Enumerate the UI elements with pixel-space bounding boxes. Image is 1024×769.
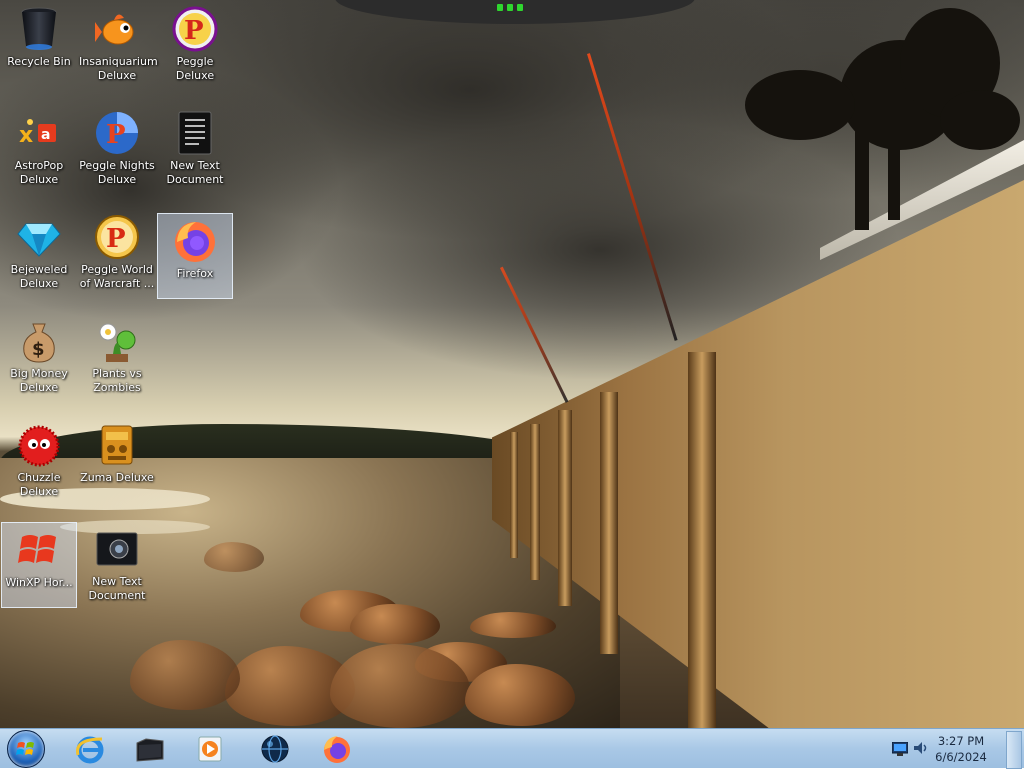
taskbar-globe-browser[interactable] <box>253 731 297 767</box>
desktop-icon-label: Insaniquarium Deluxe <box>79 55 158 82</box>
tree-trunk <box>855 120 869 230</box>
indicator-light <box>507 4 513 11</box>
plant-icon <box>94 318 140 364</box>
network-icon[interactable] <box>891 741 909 760</box>
fence-post <box>558 410 572 606</box>
folder-icon <box>136 738 164 762</box>
firefox-icon <box>172 218 218 264</box>
svg-text:$: $ <box>32 339 45 360</box>
tree-trunk <box>888 110 900 220</box>
desktop-icon-label: Peggle World of Warcraft ... <box>79 263 155 290</box>
desktop-icon-label: Big Money Deluxe <box>10 367 68 394</box>
desktop-icon-label: Plants vs Zombies <box>92 367 142 394</box>
svg-text:P: P <box>106 120 126 150</box>
taskbar-firefox[interactable] <box>315 731 359 767</box>
zuma-icon <box>94 422 140 468</box>
globe-icon <box>261 735 289 763</box>
desktop-icon-label: New Text Document <box>166 159 224 186</box>
taskbar-clock[interactable]: 3:27 PM 6/6/2024 <box>926 733 996 765</box>
recycle-bin-icon <box>16 6 62 52</box>
astropop-icon: xa <box>16 110 62 156</box>
tree <box>745 70 855 140</box>
desktop-icon-bejeweled[interactable]: Bejeweled Deluxe <box>1 210 77 296</box>
peggle-wow-icon: P <box>94 214 140 260</box>
media-player-icon <box>198 736 222 762</box>
fence-post <box>600 392 618 654</box>
show-desktop-button[interactable] <box>1006 731 1022 769</box>
desktop-icon-label: Peggle Nights Deluxe <box>79 159 155 186</box>
desktop-icon-big-money[interactable]: $ Big Money Deluxe <box>1 314 77 400</box>
system-tray: 3:27 PM 6/6/2024 <box>884 729 1024 769</box>
clock-date: 6/6/2024 <box>935 750 987 764</box>
desktop-icon-zuma[interactable]: Zuma Deluxe <box>79 418 155 504</box>
desktop-icon-label: WinXP Hor... <box>5 576 73 589</box>
desktop-icon-recycle-bin[interactable]: Recycle Bin <box>1 2 77 88</box>
desktop-icon-label: Peggle Deluxe <box>175 55 215 82</box>
rock <box>350 604 440 644</box>
desktop-icon-label: AstroPop Deluxe <box>14 159 64 186</box>
money-bag-icon: $ <box>16 318 62 364</box>
desktop-icon-peggle-nights[interactable]: P Peggle Nights Deluxe <box>79 106 155 192</box>
desktop-icon-astropop[interactable]: xa AstroPop Deluxe <box>1 106 77 192</box>
tree <box>940 90 1020 150</box>
fence-post <box>688 352 716 728</box>
desktop-icon-label: Zuma Deluxe <box>80 471 154 484</box>
desktop-icon-peggle-wow[interactable]: P Peggle World of Warcraft ... <box>79 210 155 296</box>
desktop-icon-firefox[interactable]: Firefox <box>157 213 233 299</box>
gem-icon <box>16 214 62 260</box>
taskbar: 3:27 PM 6/6/2024 <box>0 728 1024 769</box>
peggle-icon: P <box>172 6 218 52</box>
desktop-icon-label: New Text Document <box>88 575 146 602</box>
desktop-icon-peggle[interactable]: P Peggle Deluxe <box>157 2 233 88</box>
text-document-icon <box>172 110 218 156</box>
desktop-icon-new-text-document-2[interactable]: New Text Document <box>79 522 155 608</box>
desktop-icon-label: Firefox <box>176 267 214 280</box>
camera-document-icon <box>94 526 140 572</box>
windows-xp-icon <box>16 527 62 573</box>
desktop-icon-label: Bejeweled Deluxe <box>10 263 68 290</box>
taskbar-media-player[interactable] <box>188 731 232 767</box>
svg-text:P: P <box>184 16 204 46</box>
svg-text:P: P <box>106 224 126 254</box>
clock-time: 3:27 PM <box>937 734 985 748</box>
desktop-icon-label: Chuzzle Deluxe <box>17 471 61 498</box>
desktop-icon-winxp[interactable]: WinXP Hor... <box>1 522 77 608</box>
indicator-light <box>517 4 523 11</box>
chuzzle-icon <box>16 422 62 468</box>
taskbar-file-explorer[interactable] <box>128 731 172 767</box>
start-button[interactable] <box>2 729 50 769</box>
rock <box>204 542 264 572</box>
taskbar-internet-explorer[interactable] <box>68 731 112 767</box>
desktop-icon-plants-vs-zombies[interactable]: Plants vs Zombies <box>79 314 155 400</box>
desktop-icon-new-text-document[interactable]: New Text Document <box>157 106 233 192</box>
windows-orb-icon <box>7 730 45 768</box>
desktop-icon-chuzzle[interactable]: Chuzzle Deluxe <box>1 418 77 504</box>
rock <box>470 612 556 638</box>
internet-explorer-icon <box>76 736 104 764</box>
svg-text:x: x <box>19 123 33 148</box>
desktop-icon-label: Recycle Bin <box>7 55 71 68</box>
fence-post <box>530 424 540 580</box>
firefox-icon <box>324 736 350 763</box>
fence-post <box>510 432 518 558</box>
desktop-icon-insaniquarium[interactable]: Insaniquarium Deluxe <box>79 2 158 88</box>
goldfish-icon <box>94 6 140 52</box>
svg-text:a: a <box>41 127 50 143</box>
indicator-light <box>497 4 503 11</box>
peggle-nights-icon: P <box>94 110 140 156</box>
